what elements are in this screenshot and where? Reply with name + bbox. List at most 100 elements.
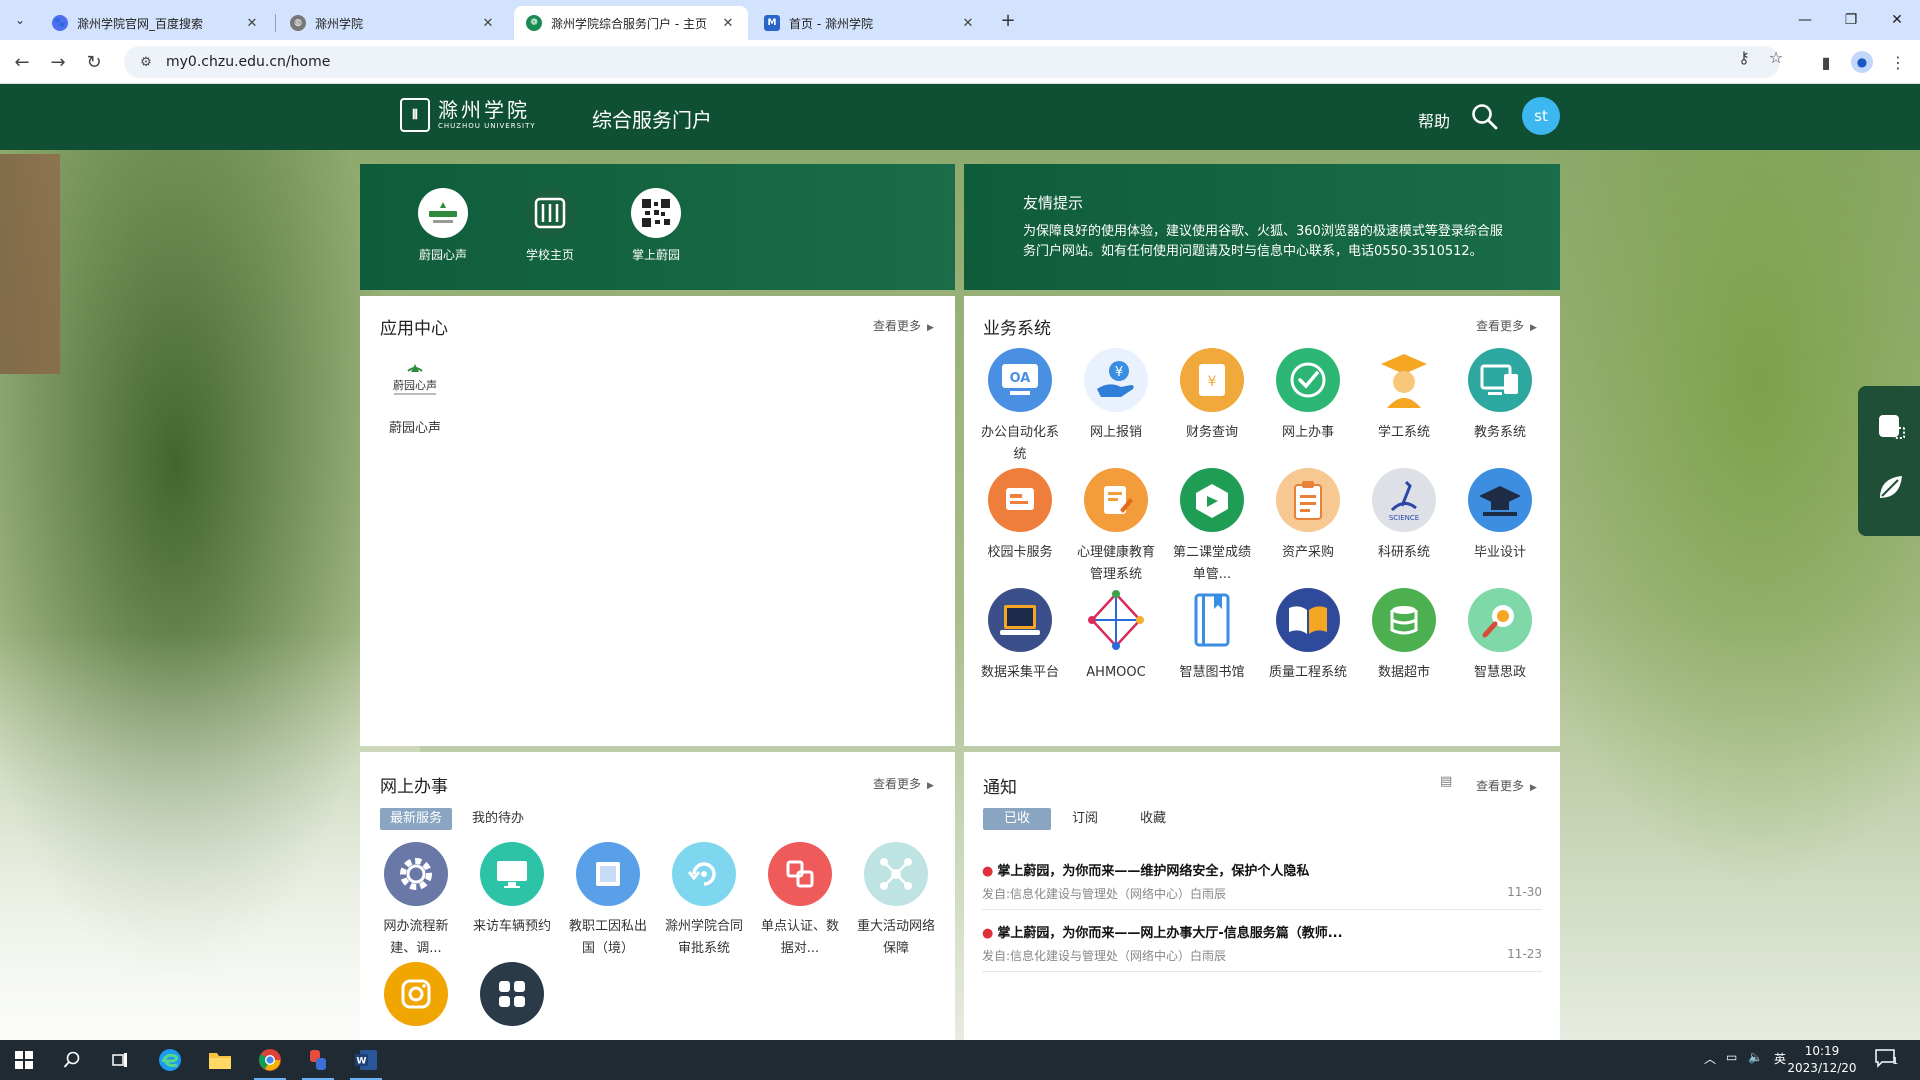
reload-icon[interactable]: ↻ xyxy=(80,48,108,76)
search-icon[interactable] xyxy=(1470,102,1500,132)
word-taskbar-icon[interactable]: W xyxy=(342,1040,390,1080)
restore-icon[interactable]: ❐ xyxy=(1828,0,1874,40)
notice-more[interactable]: 查看更多 ▶ xyxy=(1476,777,1537,794)
side-panel-icon[interactable]: ▮ xyxy=(1812,48,1840,76)
app-second-classroom[interactable]: 第二课堂成绩单管... xyxy=(1167,468,1257,586)
mobile-qr-icon[interactable] xyxy=(1876,412,1906,442)
windows-start-icon[interactable] xyxy=(0,1040,48,1080)
tab-search-chevron-icon[interactable]: ⌄ xyxy=(8,8,32,32)
file-explorer-icon[interactable] xyxy=(196,1040,244,1080)
app-quality-engineering[interactable]: 质量工程系统 xyxy=(1263,588,1353,684)
app-finance[interactable]: ¥ 财务查询 xyxy=(1167,348,1257,444)
taskbar-search-icon[interactable] xyxy=(48,1040,96,1080)
service-sso-data[interactable]: 单点认证、数据对... xyxy=(755,842,845,960)
site-info-icon[interactable]: ⚙ xyxy=(132,55,160,70)
bookmark-star-icon[interactable]: ☆ xyxy=(1764,48,1788,67)
app-weiyuan[interactable]: 蔚园心声 蔚园心声 xyxy=(370,356,460,440)
app-graduation-design[interactable]: 毕业设计 xyxy=(1455,468,1545,564)
service-contract-approval[interactable]: 滁州学院合同审批系统 xyxy=(659,842,749,960)
task-view-icon[interactable] xyxy=(96,1040,144,1080)
clock-time: 10:19 xyxy=(1804,1044,1840,1058)
volume-icon[interactable]: 🔈 xyxy=(1748,1050,1763,1064)
school-logo-icon xyxy=(525,188,575,238)
app-reimburse[interactable]: ¥ 网上报销 xyxy=(1071,348,1161,444)
quick-link-mobile-weiyuan[interactable]: 掌上蔚园 xyxy=(616,188,696,263)
app-research[interactable]: SCIENCE 科研系统 xyxy=(1359,468,1449,564)
feedback-leaf-icon[interactable] xyxy=(1876,472,1906,502)
tab-latest-services[interactable]: 最新服务 xyxy=(380,808,453,830)
service-visitor-vehicle[interactable]: 来访车辆预约 xyxy=(467,842,557,938)
oa-icon: OA xyxy=(988,348,1052,412)
new-tab-icon[interactable]: + xyxy=(996,8,1020,32)
chzu-favicon-icon: M xyxy=(764,15,780,31)
service-more-apps[interactable] xyxy=(467,962,557,1026)
input-method-indicator[interactable]: 英 xyxy=(1774,1050,1786,1067)
app-academic-affairs[interactable]: 教务系统 xyxy=(1455,348,1545,444)
business-systems-more[interactable]: 查看更多 ▶ xyxy=(1476,317,1537,334)
browser-tab-home[interactable]: M 首页 - 滁州学院 ✕ xyxy=(752,6,988,40)
app-mental-health[interactable]: 心理健康教育管理系统 xyxy=(1071,468,1161,586)
qr-code-icon xyxy=(631,188,681,238)
service-private-travel[interactable]: 教职工因私出国（境） xyxy=(563,842,653,960)
user-avatar[interactable]: st xyxy=(1522,97,1560,135)
open-book-icon xyxy=(1276,588,1340,652)
portal-title: 综合服务门户 xyxy=(592,108,712,132)
tab-favorites[interactable]: 收藏 xyxy=(1130,808,1176,830)
close-tab-icon[interactable]: ✕ xyxy=(480,16,496,31)
app-smart-ideology[interactable]: 智慧思政 xyxy=(1455,588,1545,684)
card-icon xyxy=(988,468,1052,532)
service-event-network[interactable]: 重大活动网络保障 xyxy=(851,842,941,960)
back-icon[interactable]: ← xyxy=(8,48,36,76)
app-student-affairs[interactable]: 学工系统 xyxy=(1359,348,1449,444)
close-tab-icon[interactable]: ✕ xyxy=(244,16,260,31)
browser-tab-chzu[interactable]: ◍ 滁州学院 ✕ xyxy=(278,6,508,40)
app-asset-purchase[interactable]: 资产采购 xyxy=(1263,468,1353,564)
svg-text:W: W xyxy=(357,1057,367,1067)
app-data-market[interactable]: 数据超市 xyxy=(1359,588,1449,684)
close-window-icon[interactable]: ✕ xyxy=(1874,0,1920,40)
close-tab-icon[interactable]: ✕ xyxy=(720,16,736,31)
business-systems-title: 业务系统 xyxy=(983,319,1051,339)
browser-tab-portal[interactable]: ❁ 滁州学院综合服务门户 - 主页 ✕ xyxy=(514,6,748,40)
notice-list-icon[interactable]: ▤ xyxy=(1440,774,1452,789)
tab-received[interactable]: 已收 xyxy=(983,808,1051,830)
chrome-taskbar-icon[interactable] xyxy=(246,1040,294,1080)
close-tab-icon[interactable]: ✕ xyxy=(960,16,976,31)
browser-tab-baidu[interactable]: 🐾 滁州学院官网_百度搜索 ✕ xyxy=(40,6,272,40)
python-app-icon[interactable] xyxy=(294,1040,342,1080)
chrome-menu-icon[interactable]: ⋮ xyxy=(1884,48,1912,76)
forward-icon[interactable]: → xyxy=(44,48,72,76)
site-logo[interactable]: ⦀ 滁州学院 CHUZHOU UNIVERSITY xyxy=(400,98,536,132)
help-link[interactable]: 帮助 xyxy=(1418,108,1450,132)
app-oa-system[interactable]: OA 办公自动化系统 xyxy=(975,348,1065,466)
app-data-collection[interactable]: 数据采集平台 xyxy=(975,588,1065,684)
quick-link-school-home[interactable]: 学校主页 xyxy=(510,188,590,263)
action-center-icon[interactable]: 1 xyxy=(1874,1048,1908,1072)
tab-my-todo[interactable]: 我的待办 xyxy=(462,808,534,830)
app-center-more[interactable]: 查看更多 ▶ xyxy=(873,317,934,334)
address-bar[interactable]: ⚙ my0.chzu.edu.cn/home xyxy=(124,46,1780,78)
notice-title: 通知 xyxy=(983,778,1017,798)
quick-link-weiyuan[interactable]: 蔚园心声 xyxy=(403,188,483,263)
service-camera-app[interactable] xyxy=(371,962,461,1026)
network-status-icon[interactable]: ▭ xyxy=(1726,1050,1737,1064)
app-campus-card[interactable]: 校园卡服务 xyxy=(975,468,1065,564)
notice-item[interactable]: ● 掌上蔚园，为你而来——网上办事大厅-信息服务篇（教师... 发自:信息化建设与… xyxy=(982,922,1542,964)
service-process-create[interactable]: 网办流程新建、调... xyxy=(371,842,461,960)
system-clock[interactable]: 10:19 2023/12/20 xyxy=(1786,1043,1858,1077)
app-online-service[interactable]: 网上办事 xyxy=(1263,348,1353,444)
app-smart-library[interactable]: 智慧图书馆 xyxy=(1167,588,1257,684)
notice-item[interactable]: ● 掌上蔚园，为你而来——维护网络安全，保护个人隐私 发自:信息化建设与管理处（网… xyxy=(982,860,1542,902)
svg-text:¥: ¥ xyxy=(1208,374,1217,390)
profile-button[interactable]: ● xyxy=(1848,48,1876,76)
tab-subscribed[interactable]: 订阅 xyxy=(1062,808,1108,830)
minimize-icon[interactable]: — xyxy=(1782,0,1828,40)
address-url[interactable]: my0.chzu.edu.cn/home xyxy=(166,54,330,70)
online-service-more[interactable]: 查看更多 ▶ xyxy=(873,775,934,792)
clipboard-icon xyxy=(1276,468,1340,532)
app-ahmooc[interactable]: AHMOOC xyxy=(1071,588,1161,684)
notice-item-from: 发自:信息化建设与管理处（网络中心）白雨辰 xyxy=(982,887,1227,901)
password-key-icon[interactable]: ⚷ xyxy=(1732,48,1756,67)
edge-browser-icon[interactable] xyxy=(146,1040,194,1080)
tray-overflow-icon[interactable]: ︿ xyxy=(1704,1050,1716,1067)
